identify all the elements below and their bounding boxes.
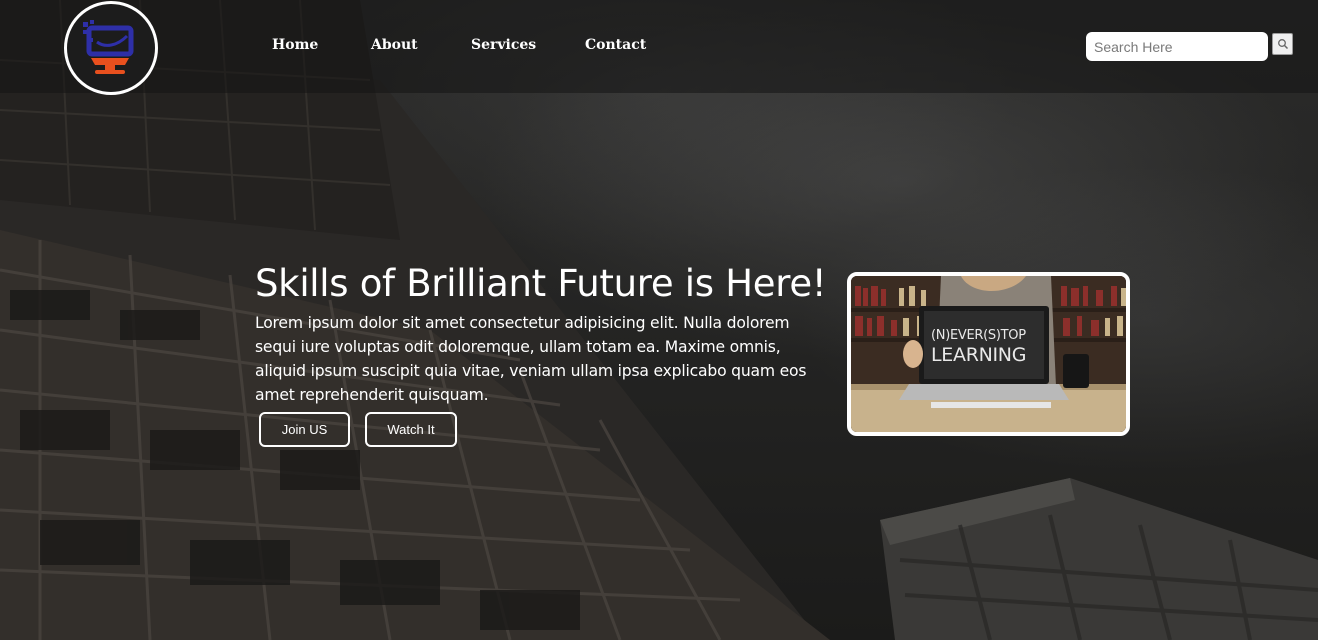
- monitor-logo-icon: [83, 20, 134, 74]
- main-nav: Home About Services Contact: [272, 37, 646, 53]
- image-chalk-text-line1: (N)EVER(S)TOP: [931, 328, 1026, 343]
- search-input[interactable]: [1086, 32, 1268, 61]
- image-chalk-text-line2: LEARNING: [931, 344, 1027, 366]
- search-icon: [1278, 39, 1289, 50]
- nav-home[interactable]: Home: [272, 37, 371, 53]
- watch-it-button[interactable]: Watch It: [365, 412, 457, 447]
- nav-contact[interactable]: Contact: [585, 37, 646, 53]
- nav-about[interactable]: About: [371, 37, 471, 53]
- hero-description: Lorem ipsum dolor sit amet consectetur a…: [255, 314, 807, 404]
- nav-services[interactable]: Services: [471, 37, 585, 53]
- join-us-button[interactable]: Join US: [259, 412, 350, 447]
- search-button[interactable]: [1272, 33, 1293, 55]
- hero-title: Skills of Brilliant Future is Here!: [255, 262, 827, 305]
- hero-image-card: (N)EVER(S)TOP LEARNING: [847, 272, 1130, 436]
- site-header: Home About Services Contact: [0, 0, 1318, 95]
- logo[interactable]: [64, 1, 158, 95]
